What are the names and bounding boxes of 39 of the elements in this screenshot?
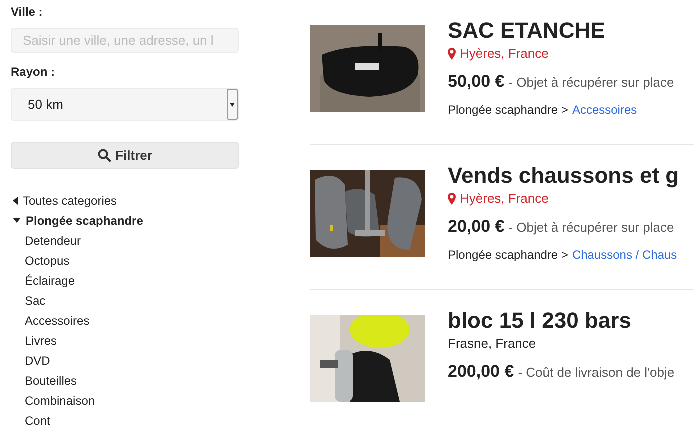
listing-title[interactable]: SAC ETANCHE <box>448 18 674 44</box>
field-label: Ville : <box>11 5 44 19</box>
caret-left-icon <box>13 197 18 205</box>
subcategory-link[interactable]: Combinaison <box>25 391 239 411</box>
listing-location: Hyères, France <box>460 191 549 206</box>
subcategory-link[interactable]: Chaussons / Chaus <box>572 248 678 262</box>
listing-location: Hyères, France <box>460 46 549 61</box>
listing-price: 200,00 € <box>448 362 514 382</box>
delivery-info: - Coût de livraison de l'obje <box>518 365 675 380</box>
radius-select[interactable]: 50 km <box>11 88 239 122</box>
field-label: Rayon : <box>11 65 56 80</box>
filter-button[interactable]: Filtrer <box>11 142 239 169</box>
city-input-field[interactable]: Saisir une ville, une adresse, un l <box>11 28 239 54</box>
subcategory-link[interactable]: Bouteilles <box>25 371 239 391</box>
subcategory-link[interactable]: Accessoires <box>572 103 638 117</box>
subcategory-link[interactable]: Accessoires <box>25 311 239 331</box>
delivery-info: - Objet à récupérer sur place <box>508 220 674 235</box>
listing-price: 20,00 € <box>448 217 505 237</box>
category-link[interactable]: Plongée scaphandre <box>13 211 239 231</box>
search-icon <box>98 149 111 162</box>
subcategory-link[interactable]: Éclairage <box>25 271 239 291</box>
subcategory-link[interactable]: Octopus <box>25 251 239 271</box>
subcategory-link[interactable]: DVD <box>25 351 239 371</box>
listing-price: 50,00 € <box>448 72 505 92</box>
listing-title[interactable]: bloc 15 l 230 bars <box>448 308 675 334</box>
subcategory-link[interactable]: Detendeur <box>25 231 239 251</box>
caret-icon <box>230 102 235 107</box>
back-category-link[interactable]: Toutes categories <box>13 191 239 211</box>
subcategory-link[interactable]: Livres <box>25 331 239 351</box>
caret-down-icon <box>13 218 21 224</box>
listing-location: Frasne, France <box>448 336 536 351</box>
map-pin-icon <box>448 48 456 60</box>
delivery-info: - Objet à récupérer sur place <box>508 75 674 90</box>
map-pin-icon <box>448 192 456 204</box>
category-path: Plongée scaphandre > <box>448 248 568 262</box>
subcategory-link[interactable]: Sac <box>25 291 239 311</box>
listing-title[interactable]: Vends chaussons et g <box>448 163 680 189</box>
category-path: Plongée scaphandre > <box>448 103 568 117</box>
subcategory-link[interactable]: Cont <box>25 411 239 431</box>
